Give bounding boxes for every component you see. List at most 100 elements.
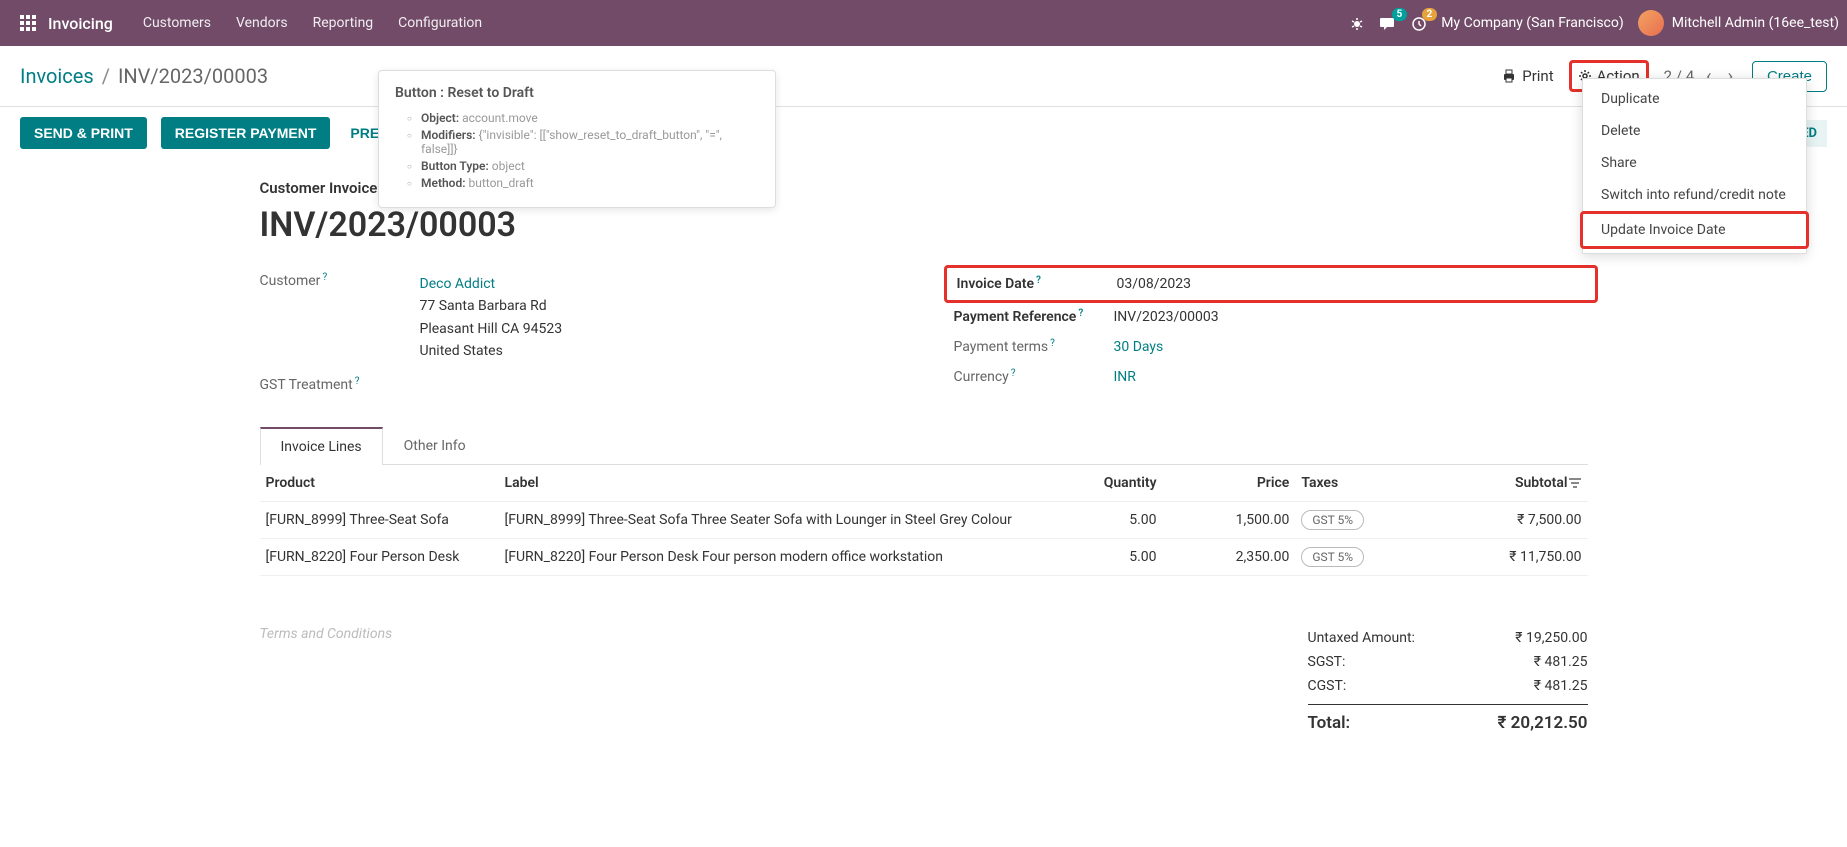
address-line: Pleasant Hill CA 94523 <box>420 318 563 340</box>
address-line: United States <box>420 340 563 362</box>
print-button[interactable]: Print <box>1501 67 1553 85</box>
invoice-lines-table: Product Label Quantity Price Taxes Subto… <box>260 465 1588 576</box>
customer-value[interactable]: Deco Addict 77 Santa Barbara Rd Pleasant… <box>420 273 563 363</box>
dropdown-refund[interactable]: Switch into refund/credit note <box>1583 179 1806 211</box>
customer-name[interactable]: Deco Addict <box>420 273 563 295</box>
user-name: Mitchell Admin (16ee_test) <box>1672 15 1839 31</box>
th-taxes[interactable]: Taxes <box>1295 465 1401 502</box>
cell-tax[interactable]: GST 5% <box>1295 501 1401 538</box>
form-left-col: Customer? Deco Addict 77 Santa Barbara R… <box>260 273 894 407</box>
terms-placeholder[interactable]: Terms and Conditions <box>260 626 1308 737</box>
dev-tooltip: Button : Reset to Draft Object: account.… <box>378 70 776 208</box>
nav-customers[interactable]: Customers <box>143 15 211 31</box>
dropdown-share[interactable]: Share <box>1583 147 1806 179</box>
cell-subtotal: ₹ 7,500.00 <box>1402 501 1588 538</box>
dropdown-delete[interactable]: Delete <box>1583 115 1806 147</box>
column-settings-icon[interactable] <box>1568 475 1582 491</box>
invoice-date-value[interactable]: 03/08/2023 <box>1117 276 1192 292</box>
dropdown-update-invoice-date[interactable]: Update Invoice Date <box>1583 214 1806 246</box>
cell-label[interactable]: [FURN_8999] Three-Seat Sofa Three Seater… <box>499 501 1030 538</box>
user-menu[interactable]: Mitchell Admin (16ee_test) <box>1638 10 1839 36</box>
tab-invoice-lines[interactable]: Invoice Lines <box>260 427 383 465</box>
payment-ref-label: Payment Reference? <box>954 309 1114 325</box>
cell-label[interactable]: [FURN_8220] Four Person Desk Four person… <box>499 538 1030 575</box>
form-columns: Customer? Deco Addict 77 Santa Barbara R… <box>260 273 1588 407</box>
total-grand: Total: ₹ 20,212.50 <box>1308 704 1588 737</box>
dropdown-update-date-highlight: Update Invoice Date <box>1580 211 1809 249</box>
th-label[interactable]: Label <box>499 465 1030 502</box>
cell-price[interactable]: 2,350.00 <box>1163 538 1296 575</box>
table-row[interactable]: [FURN_8220] Four Person Desk [FURN_8220]… <box>260 538 1588 575</box>
cell-product[interactable]: [FURN_8220] Four Person Desk <box>260 538 499 575</box>
breadcrumb-current: INV/2023/00003 <box>118 64 268 88</box>
payment-ref-value[interactable]: INV/2023/00003 <box>1114 309 1219 325</box>
tax-pill: GST 5% <box>1301 547 1364 567</box>
control-bar: Invoices / INV/2023/00003 Print Action 2… <box>0 46 1847 107</box>
help-icon[interactable]: ? <box>1011 368 1016 379</box>
send-print-button[interactable]: SEND & PRINT <box>20 117 147 149</box>
help-icon[interactable]: ? <box>1036 275 1041 286</box>
invoice-date-highlight: Invoice Date? 03/08/2023 <box>944 265 1598 303</box>
payment-ref-group: Payment Reference? INV/2023/00003 <box>954 309 1588 325</box>
nav-menu: Customers Vendors Reporting Configuratio… <box>143 15 1349 31</box>
gst-group: GST Treatment? <box>260 377 894 393</box>
th-product[interactable]: Product <box>260 465 499 502</box>
tab-other-info[interactable]: Other Info <box>383 427 487 464</box>
tooltip-row: Button Type: object <box>407 159 759 173</box>
total-label: Total: <box>1308 713 1351 733</box>
messages-badge: 5 <box>1392 8 1408 21</box>
invoice-date-group: Invoice Date? 03/08/2023 <box>957 276 1585 292</box>
invoice-number: INV/2023/00003 <box>260 205 1588 245</box>
nav-vendors[interactable]: Vendors <box>236 15 288 31</box>
cell-tax[interactable]: GST 5% <box>1295 538 1401 575</box>
table-row[interactable]: [FURN_8999] Three-Seat Sofa [FURN_8999] … <box>260 501 1588 538</box>
cell-qty[interactable]: 5.00 <box>1030 538 1163 575</box>
form-sheet: Customer Invoice INV/2023/00003 Customer… <box>224 159 1624 757</box>
company-selector[interactable]: My Company (San Francisco) <box>1441 15 1623 31</box>
sgst-value: ₹ 481.25 <box>1534 654 1588 670</box>
th-price[interactable]: Price <box>1163 465 1296 502</box>
th-subtotal[interactable]: Subtotal <box>1402 465 1588 502</box>
tabs: Invoice Lines Other Info <box>260 427 1588 465</box>
th-quantity[interactable]: Quantity <box>1030 465 1163 502</box>
customer-group: Customer? Deco Addict 77 Santa Barbara R… <box>260 273 894 363</box>
currency-value[interactable]: INR <box>1114 369 1136 385</box>
help-icon[interactable]: ? <box>322 272 327 283</box>
tooltip-row: Object: account.move <box>407 111 759 125</box>
breadcrumb-root[interactable]: Invoices <box>20 64 94 88</box>
cell-price[interactable]: 1,500.00 <box>1163 501 1296 538</box>
form-right-col: Invoice Date? 03/08/2023 Payment Referen… <box>954 273 1588 407</box>
action-dropdown: Duplicate Delete Share Switch into refun… <box>1582 78 1807 254</box>
help-icon[interactable]: ? <box>1050 338 1055 349</box>
messages-icon[interactable]: 5 <box>1379 14 1397 33</box>
total-value: ₹ 20,212.50 <box>1498 713 1588 733</box>
th-subtotal-label: Subtotal <box>1515 475 1568 491</box>
dropdown-duplicate[interactable]: Duplicate <box>1583 83 1806 115</box>
help-icon[interactable]: ? <box>1078 308 1083 319</box>
apps-icon[interactable] <box>20 15 36 31</box>
totals-block: Untaxed Amount: ₹ 19,250.00 SGST: ₹ 481.… <box>1308 626 1588 737</box>
currency-label: Currency? <box>954 369 1114 385</box>
register-payment-button[interactable]: REGISTER PAYMENT <box>161 117 331 149</box>
tooltip-row: Method: button_draft <box>407 176 759 190</box>
app-name[interactable]: Invoicing <box>48 14 113 33</box>
nav-configuration[interactable]: Configuration <box>398 15 482 31</box>
form-footer: Terms and Conditions Untaxed Amount: ₹ 1… <box>260 626 1588 737</box>
clock-icon[interactable]: 2 <box>1411 14 1427 33</box>
cell-qty[interactable]: 5.00 <box>1030 501 1163 538</box>
untaxed-label: Untaxed Amount: <box>1308 630 1415 646</box>
help-icon[interactable]: ? <box>355 376 360 387</box>
cell-product[interactable]: [FURN_8999] Three-Seat Sofa <box>260 501 499 538</box>
payment-terms-value[interactable]: 30 Days <box>1114 339 1164 355</box>
nav-reporting[interactable]: Reporting <box>313 15 374 31</box>
cgst-label: CGST: <box>1308 678 1347 694</box>
printer-icon <box>1501 68 1517 84</box>
sgst-label: SGST: <box>1308 654 1346 670</box>
tooltip-row: Modifiers: {"invisible": [["show_reset_t… <box>407 128 759 156</box>
total-cgst: CGST: ₹ 481.25 <box>1308 674 1588 698</box>
payment-terms-group: Payment terms? 30 Days <box>954 339 1588 355</box>
avatar <box>1638 10 1664 36</box>
bug-icon[interactable] <box>1349 14 1365 33</box>
breadcrumb: Invoices / INV/2023/00003 <box>20 64 268 88</box>
gst-label: GST Treatment? <box>260 377 420 393</box>
